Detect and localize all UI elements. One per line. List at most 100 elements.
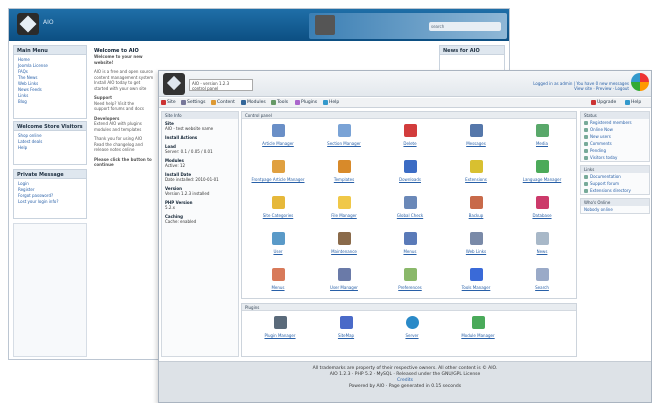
settings-icon — [181, 100, 186, 105]
menu-site[interactable]: Site — [161, 100, 176, 105]
tile-extensions[interactable]: Extensions — [444, 158, 508, 192]
article-icon — [272, 124, 285, 137]
tile-preferences[interactable]: Preferences — [378, 266, 442, 300]
tile-search[interactable]: Search — [510, 266, 574, 300]
menu-tools[interactable]: Tools — [271, 100, 288, 105]
search-icon — [536, 268, 549, 281]
search-input[interactable]: search — [429, 22, 501, 31]
left-empty-panel — [13, 223, 87, 357]
status-item[interactable]: Pending — [581, 147, 649, 154]
database-icon — [536, 196, 549, 209]
menu-bar: Site Settings Content Modules Tools Plug… — [159, 98, 651, 108]
user-icon — [272, 232, 285, 245]
control-panel: Control panel Article Manager Section Ma… — [241, 111, 577, 299]
tile-maintenance[interactable]: Maintenance — [312, 230, 376, 264]
tile-media[interactable]: Media — [510, 122, 574, 156]
tile-database[interactable]: Database — [510, 194, 574, 228]
admin-brand: AIO - version 1.2.3 control panel — [189, 79, 253, 91]
tools-icon — [470, 268, 483, 281]
tile-menus-2[interactable]: Menus — [246, 266, 310, 300]
login-links[interactable]: View site · Preview · Logout — [449, 86, 629, 91]
download-icon — [404, 160, 417, 173]
menu-content[interactable]: Content — [211, 100, 235, 105]
plugins-panel: Plugins Plugin Manager SiteMap Server Mo… — [241, 303, 577, 357]
tile-global-check[interactable]: Global Check — [378, 194, 442, 228]
tile-delete[interactable]: Delete — [378, 122, 442, 156]
status-item[interactable]: Comments — [581, 140, 649, 147]
tile-section-manager[interactable]: Section Manager — [312, 122, 376, 156]
info-item: Modules Active: 12 — [165, 158, 186, 168]
tile-tools-manager[interactable]: Tools Manager — [444, 266, 508, 300]
module-icon — [472, 316, 485, 329]
tile-downloads[interactable]: Downloads — [378, 158, 442, 192]
tile-user[interactable]: User — [246, 230, 310, 264]
extensions-icon — [470, 160, 483, 173]
tile-templates[interactable]: Templates — [312, 158, 376, 192]
links-icon — [470, 232, 483, 245]
login-panel: Private Message Login Register Forgot pa… — [13, 169, 87, 219]
menu-modules[interactable]: Modules — [241, 100, 266, 105]
info-item: Version Version 1.2.3 installed — [165, 186, 210, 196]
news-title: News for AIO — [440, 46, 504, 55]
hammer-icon — [338, 232, 351, 245]
tile-module-manager[interactable]: Module Manager — [446, 314, 510, 348]
menu-plugins[interactable]: Plugins — [295, 100, 317, 105]
tile-backup[interactable]: Backup — [444, 194, 508, 228]
tile-server[interactable]: Server — [380, 314, 444, 348]
info-item: Site AIO - test website name — [165, 121, 214, 131]
tile-news[interactable]: News — [510, 230, 574, 264]
info-item: Install Date Date installed: 2010-01-01 — [165, 172, 219, 182]
online-item: Nobody online — [584, 207, 613, 212]
tile-sitemap[interactable]: SiteMap — [314, 314, 378, 348]
tile-frontpage[interactable]: Frontpage Article Manager — [246, 158, 310, 192]
joomla-logo-icon — [631, 73, 649, 91]
menu-help-right[interactable]: Help — [625, 100, 641, 105]
status-item[interactable]: Online Now — [581, 126, 649, 133]
tile-user-manager[interactable]: User Manager — [312, 266, 376, 300]
link-item[interactable]: Documentation — [581, 173, 649, 180]
online-header: Who's Online — [581, 199, 649, 206]
tile-site-categories[interactable]: Site Categories — [246, 194, 310, 228]
site-info-column: Site Info Site AIO - test website name In… — [161, 111, 239, 357]
section-line: release notes online — [94, 147, 135, 152]
logo-icon — [17, 13, 39, 35]
link-item[interactable]: Support forum — [581, 180, 649, 187]
link-item[interactable]: Extensions directory — [581, 187, 649, 194]
menu-help[interactable]: Help — [323, 100, 339, 105]
status-item[interactable]: Registered members — [581, 119, 649, 126]
menu-upgrade[interactable]: Upgrade — [591, 100, 616, 105]
media-icon — [536, 124, 549, 137]
info-item: Install Actions — [165, 135, 198, 140]
categories-icon — [272, 196, 285, 209]
welcome-content: Welcome to AIO Welcome to your new websi… — [91, 45, 161, 355]
menu-link[interactable]: Blog — [14, 99, 86, 105]
tile-plugin-manager[interactable]: Plugin Manager — [248, 314, 312, 348]
section-icon — [338, 124, 351, 137]
site-brand: AIO — [43, 19, 54, 26]
tile-article-manager[interactable]: Article Manager — [246, 122, 310, 156]
right-column: Status Registered members Online Now New… — [580, 111, 650, 311]
admin-window: AIO - version 1.2.3 control panel Logged… — [158, 70, 652, 403]
plugins-header: Plugins — [242, 304, 576, 311]
brand-subtitle: control panel — [192, 86, 219, 91]
folder-icon — [338, 196, 351, 209]
templates-icon — [338, 160, 351, 173]
info-item: Load Server: 0.1 / 0.05 / 0.01 — [165, 144, 213, 154]
tile-web-links[interactable]: Web Links — [444, 230, 508, 264]
menu-settings[interactable]: Settings — [181, 100, 205, 105]
welcome-line: AIO is a free and open source — [94, 69, 154, 74]
tile-file-manager[interactable]: File Manager — [312, 194, 376, 228]
help-icon — [625, 100, 630, 105]
tile-language[interactable]: Language Manager — [510, 158, 574, 192]
globe-icon — [406, 316, 419, 329]
tile-messages[interactable]: Messages — [444, 122, 508, 156]
check-icon — [404, 196, 417, 209]
tile-menus[interactable]: Menus — [378, 230, 442, 264]
login-link[interactable]: Lost your login info? — [14, 199, 86, 205]
visitor-link[interactable]: Help — [14, 145, 86, 151]
help-icon — [323, 100, 328, 105]
news-icon — [536, 232, 549, 245]
login-info[interactable]: Logged in as admin | You have 0 new mess… — [449, 81, 629, 91]
status-item[interactable]: Visitors today — [581, 154, 649, 161]
status-item[interactable]: New users — [581, 133, 649, 140]
